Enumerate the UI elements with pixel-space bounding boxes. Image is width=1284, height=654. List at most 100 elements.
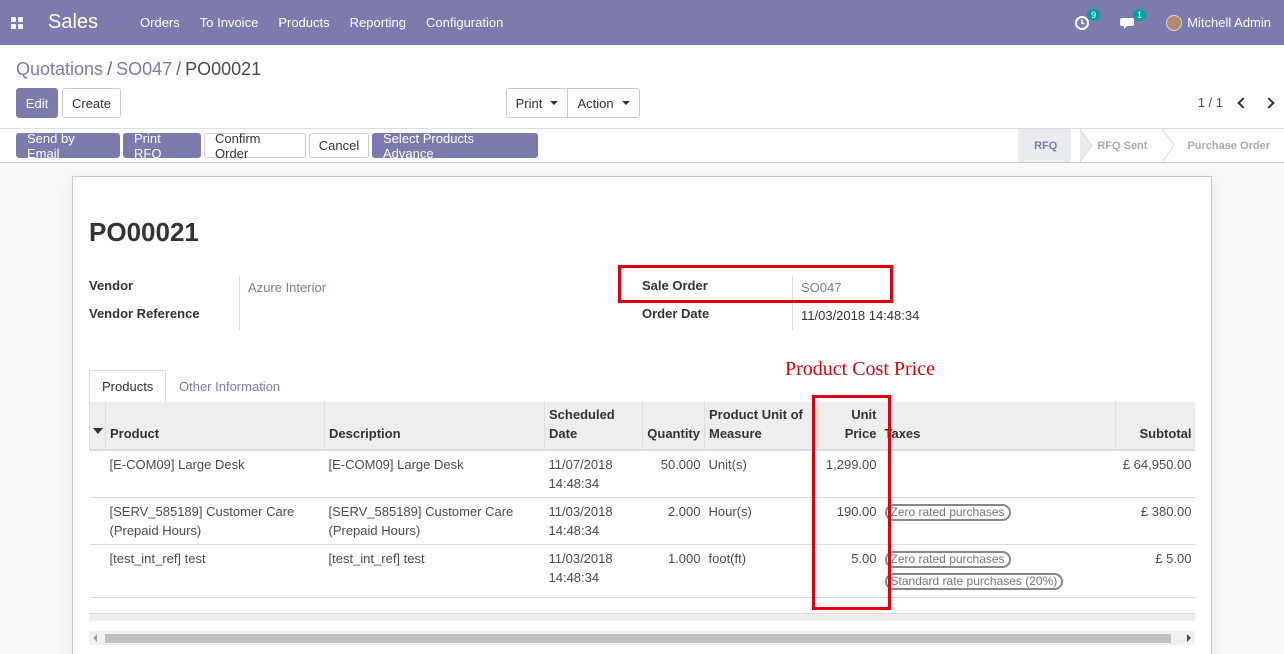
cell-uom[interactable]: foot(ft) xyxy=(704,544,819,598)
column-product[interactable]: Product xyxy=(105,402,325,451)
row-handle xyxy=(89,450,106,498)
stage-purchase-order[interactable]: Purchase Order xyxy=(1161,129,1284,162)
table-row[interactable]: [SERV_585189] Customer Care (Prepaid Hou… xyxy=(89,497,1195,545)
cell-description[interactable]: [E-COM09] Large Desk xyxy=(324,450,545,498)
cell-taxes[interactable] xyxy=(880,450,1116,498)
breadcrumb-current: PO00021 xyxy=(185,59,262,79)
action-dropdown[interactable]: Action xyxy=(567,88,640,118)
stage-rfq[interactable]: RFQ xyxy=(1018,129,1072,162)
scroll-left-icon[interactable] xyxy=(93,634,97,642)
send-by-email-button[interactable]: Send by Email xyxy=(16,131,120,161)
breadcrumb-quotations[interactable]: Quotations xyxy=(16,59,103,79)
cell-product[interactable]: [test_int_ref] test xyxy=(105,544,325,598)
divider xyxy=(239,275,240,330)
menu-configuration[interactable]: Configuration xyxy=(426,15,503,30)
table-row[interactable]: [test_int_ref] test [test_int_ref] test … xyxy=(89,544,1195,598)
column-scheduled-date[interactable]: Scheduled Date xyxy=(544,402,643,451)
top-navbar: Sales Orders To Invoice Products Reporti… xyxy=(0,0,1284,45)
menu-orders[interactable]: Orders xyxy=(140,15,180,30)
confirm-order-button[interactable]: Confirm Order xyxy=(204,131,306,161)
form-sheet: PO00021 Vendor Azure Interior Vendor Ref… xyxy=(72,176,1212,654)
breadcrumb-separator: / xyxy=(176,59,182,79)
scroll-right-icon[interactable] xyxy=(1187,634,1191,642)
avatar xyxy=(1166,14,1183,31)
row-handle xyxy=(89,544,106,598)
tab-other-information[interactable]: Other Information xyxy=(167,370,292,403)
cell-scheduled-date[interactable]: 11/03/2018 14:48:34 xyxy=(544,544,643,598)
vendor-reference-label: Vendor Reference xyxy=(89,306,200,321)
cell-quantity[interactable]: 50.000 xyxy=(642,450,705,498)
cell-uom[interactable]: Hour(s) xyxy=(704,497,819,545)
form-statusbar: Send by Email Print RFQ Confirm Order Ca… xyxy=(0,129,1284,163)
menu-reporting[interactable]: Reporting xyxy=(350,15,406,30)
control-panel: Quotations / SO047/PO00021 Edit Create Pri… xyxy=(0,45,1284,129)
messages-badge: 1 xyxy=(1133,8,1147,21)
column-taxes[interactable]: Taxes xyxy=(880,402,1116,451)
stage-arrow-icon xyxy=(1162,129,1175,162)
user-menu[interactable]: Mitchell Admin xyxy=(1166,14,1271,31)
cancel-button[interactable]: Cancel xyxy=(309,133,369,158)
scrollbar-thumb[interactable] xyxy=(105,634,1171,643)
user-name: Mitchell Admin xyxy=(1187,15,1271,30)
tax-tag: Standard rate purchases (20%) xyxy=(884,573,1064,590)
breadcrumb-separator: / xyxy=(107,59,113,79)
cell-description[interactable]: [SERV_585189] Customer Care (Prepaid Hou… xyxy=(324,497,545,545)
breadcrumb-so047[interactable]: SO047 xyxy=(116,59,172,79)
cell-uom[interactable]: Unit(s) xyxy=(704,450,819,498)
print-dropdown[interactable]: Print xyxy=(506,88,568,118)
table-header-row: Product Description Scheduled Date Quant… xyxy=(89,402,1195,451)
cell-description[interactable]: [test_int_ref] test xyxy=(324,544,545,598)
cell-subtotal: £ 380.00 xyxy=(1115,497,1195,545)
select-products-advance-button[interactable]: Select Products Advance xyxy=(372,131,538,161)
cell-product[interactable]: [E-COM09] Large Desk xyxy=(105,450,325,498)
order-date-label: Order Date xyxy=(642,306,710,321)
page-title: PO00021 xyxy=(89,217,199,247)
cell-scheduled-date[interactable]: 11/03/2018 14:48:34 xyxy=(544,497,643,545)
row-handle xyxy=(89,497,106,545)
chevron-left-icon[interactable] xyxy=(1237,96,1249,109)
chevron-right-icon[interactable] xyxy=(1263,96,1275,109)
table-row[interactable]: [E-COM09] Large Desk [E-COM09] Large Des… xyxy=(89,450,1195,498)
cell-subtotal: £ 5.00 xyxy=(1115,544,1195,598)
cell-taxes[interactable]: Zero rated purchases Standard rate purcha… xyxy=(880,544,1116,598)
menu-products[interactable]: Products xyxy=(278,15,329,30)
column-description[interactable]: Description xyxy=(324,402,545,451)
activity-badge: 9 xyxy=(1087,8,1101,21)
caret-down-icon xyxy=(621,101,630,105)
order-lines-table: Product Description Scheduled Date Quant… xyxy=(89,402,1195,614)
table-footer xyxy=(89,613,1195,621)
app-brand[interactable]: Sales xyxy=(48,11,98,34)
pager: 1 / 1 xyxy=(1198,95,1275,110)
sort-column-header[interactable] xyxy=(89,402,106,451)
tax-tag: Zero rated purchases xyxy=(884,551,1011,568)
activity-clock-icon[interactable]: 9 xyxy=(1074,8,1101,31)
action-label: Action xyxy=(577,95,614,111)
caret-down-icon xyxy=(550,101,559,105)
apps-menu-icon[interactable] xyxy=(11,16,23,29)
horizontal-scrollbar[interactable] xyxy=(89,631,1195,645)
cell-subtotal: £ 64,950.00 xyxy=(1115,450,1195,498)
column-quantity[interactable]: Quantity xyxy=(642,402,705,451)
column-uom[interactable]: Product Unit of Measure xyxy=(704,402,819,451)
cell-taxes[interactable]: Zero rated purchases xyxy=(880,497,1116,545)
cell-product[interactable]: [SERV_585189] Customer Care (Prepaid Hou… xyxy=(105,497,325,545)
print-rfq-button[interactable]: Print RFQ xyxy=(123,131,201,161)
pager-value[interactable]: 1 / 1 xyxy=(1198,95,1223,110)
caret-down-icon xyxy=(93,428,103,434)
create-button[interactable]: Create xyxy=(62,88,121,118)
tab-products[interactable]: Products xyxy=(89,370,166,403)
vendor-link[interactable]: Azure Interior xyxy=(248,280,326,295)
notebook-tabs: Products Other Information xyxy=(89,370,1195,403)
column-subtotal[interactable]: Subtotal xyxy=(1115,402,1195,451)
breadcrumb: Quotations / SO047/PO00021 xyxy=(16,59,261,80)
vendor-label: Vendor xyxy=(89,278,134,293)
cell-quantity[interactable]: 1.000 xyxy=(642,544,705,598)
tax-tag: Zero rated purchases xyxy=(884,504,1011,521)
order-date-value: 11/03/2018 14:48:34 xyxy=(801,308,920,323)
cell-scheduled-date[interactable]: 11/07/2018 14:48:34 xyxy=(544,450,643,498)
print-label: Print xyxy=(515,95,543,111)
menu-to-invoice[interactable]: To Invoice xyxy=(200,15,259,30)
messages-chat-icon[interactable]: 1 xyxy=(1120,8,1147,31)
edit-button[interactable]: Edit xyxy=(16,88,58,118)
cell-quantity[interactable]: 2.000 xyxy=(642,497,705,545)
